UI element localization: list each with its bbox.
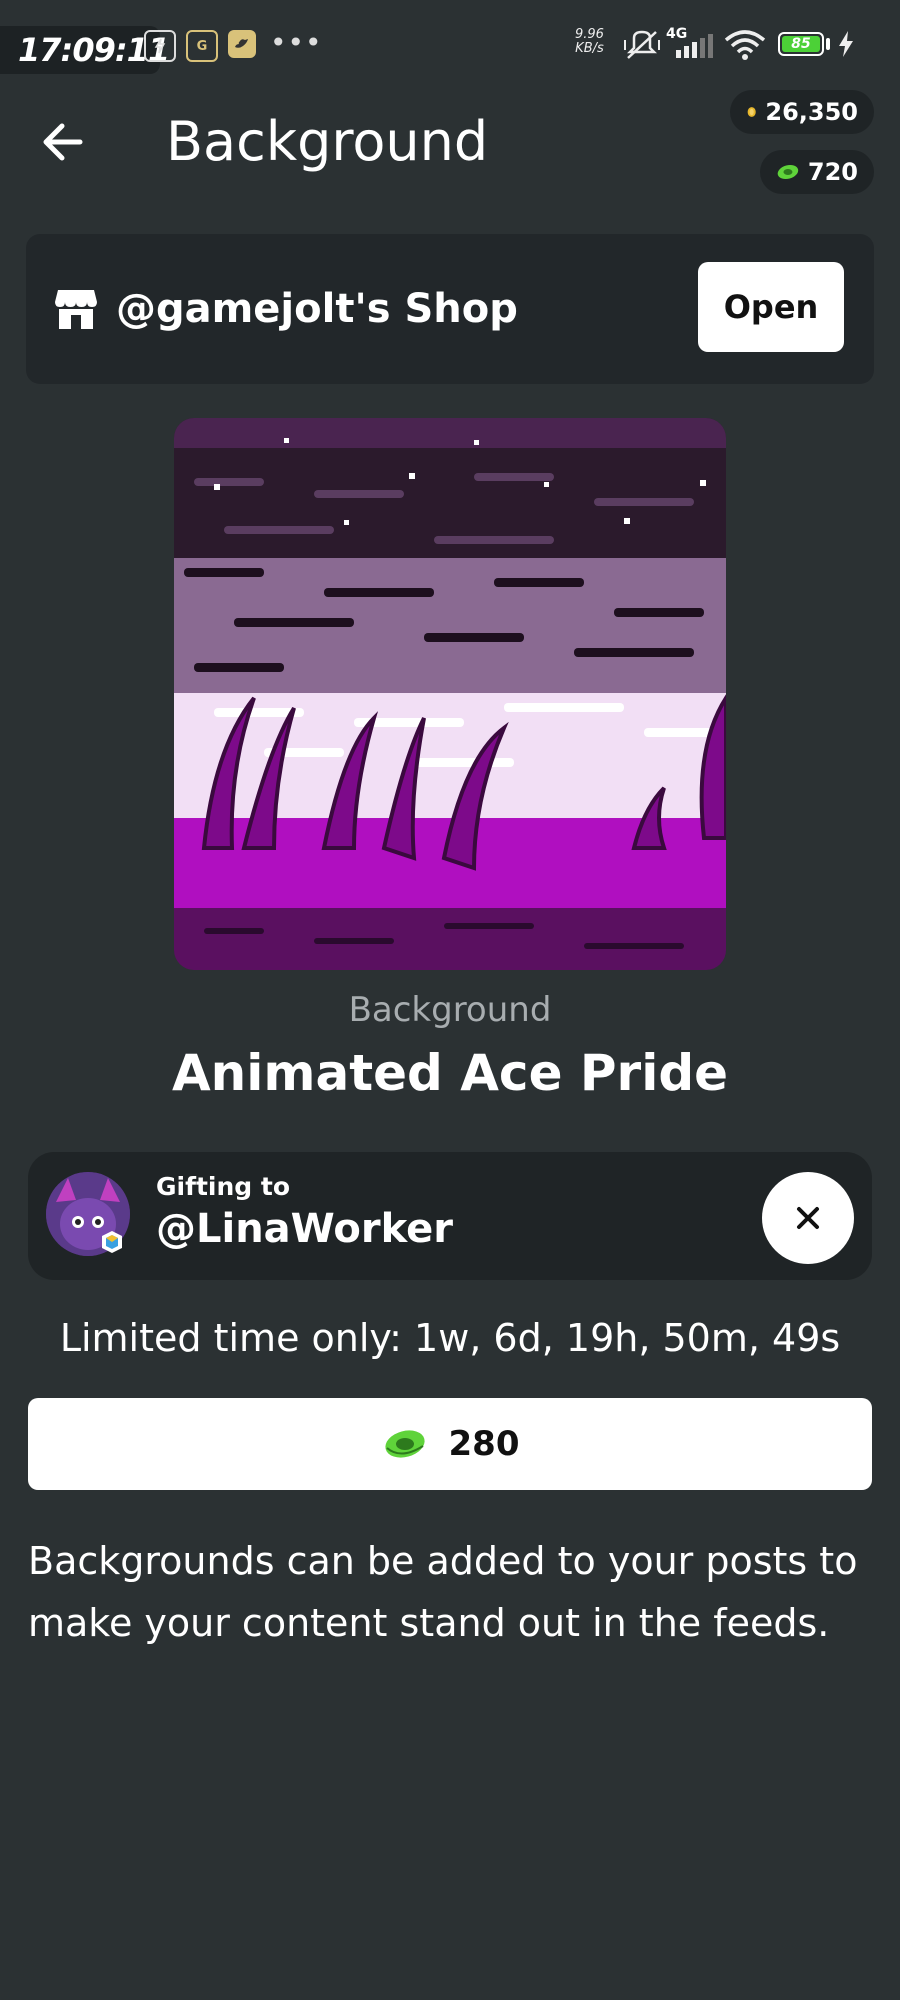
shop-name: @gamejolt's Shop: [116, 286, 518, 332]
g-notification-icon: G: [186, 30, 218, 62]
remove-gift-recipient-button[interactable]: [762, 1172, 854, 1264]
signal-icon: [676, 34, 716, 62]
network-speed: 9.96 KB/s: [575, 27, 604, 56]
gem-icon: [777, 164, 799, 180]
limited-time-countdown: Limited time only: 1w, 6d, 19h, 50m, 49s: [59, 1316, 841, 1360]
mute-icon: [622, 28, 662, 66]
battery-tip: [826, 38, 830, 50]
page-title: Background: [166, 110, 489, 173]
item-type-label: Background: [348, 990, 552, 1030]
close-icon: [797, 1207, 819, 1229]
coins-balance[interactable]: 26,350: [730, 90, 874, 134]
coin-icon: [747, 107, 756, 117]
arrow-left-icon: [43, 123, 83, 161]
status-time: 17:09:11: [0, 26, 170, 74]
back-button[interactable]: [36, 112, 96, 172]
open-shop-button[interactable]: Open: [698, 262, 844, 352]
purchase-button[interactable]: 280: [28, 1398, 872, 1490]
more-notifications-icon: •••: [270, 26, 323, 59]
bolt-notification-icon: [144, 30, 176, 62]
price-amount: 280: [448, 1424, 520, 1464]
battery-icon: 85: [778, 32, 824, 56]
gems-amount: 720: [807, 158, 858, 186]
gems-balance[interactable]: 720: [760, 150, 874, 194]
verified-badge-icon: [100, 1230, 124, 1254]
gift-recipient-username: @LinaWorker: [156, 1206, 453, 1252]
shop-icon: [54, 288, 98, 334]
background-preview-image: [174, 418, 726, 970]
bird-notification-icon: [228, 30, 256, 58]
item-name: Animated Ace Pride: [171, 1044, 729, 1102]
wifi-icon: [724, 30, 766, 64]
coins-amount: 26,350: [765, 98, 858, 126]
gifting-to-label: Gifting to: [156, 1172, 291, 1201]
item-description: Backgrounds can be added to your posts t…: [28, 1539, 858, 1645]
charging-icon: [836, 30, 856, 62]
gem-icon: [384, 1430, 425, 1458]
